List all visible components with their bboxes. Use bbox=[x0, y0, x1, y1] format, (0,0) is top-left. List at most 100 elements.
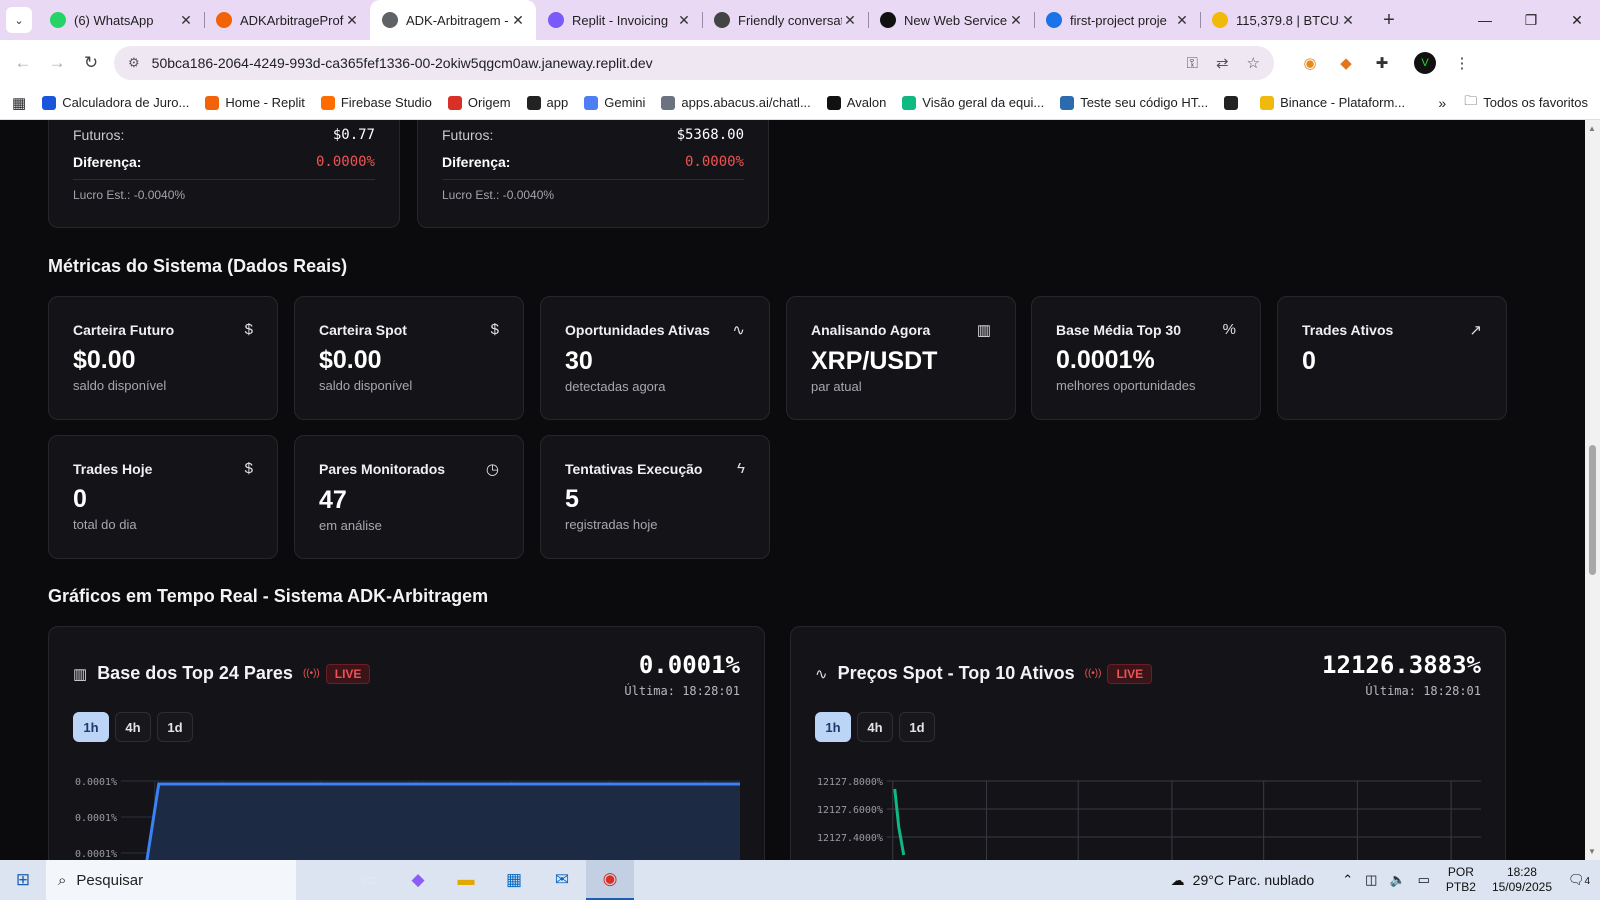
timeframe-4h-button[interactable]: 4h bbox=[857, 712, 893, 742]
profile-avatar[interactable]: V bbox=[1414, 52, 1436, 74]
copilot-icon[interactable]: ◆ bbox=[394, 860, 442, 900]
metric-value: 0.0001% bbox=[1056, 346, 1155, 374]
browser-tab[interactable]: ADK-Arbitragem - ✕ bbox=[370, 0, 536, 40]
scroll-up-icon[interactable]: ▲ bbox=[1588, 124, 1596, 133]
input-language[interactable]: POR PTB2 bbox=[1446, 865, 1476, 895]
address-toolbar: ← → ↻ ⚙ 50bca186-2064-4249-993d-ca365fef… bbox=[0, 40, 1600, 86]
file-explorer-icon[interactable]: ▬ bbox=[442, 860, 490, 900]
browser-tab[interactable]: (6) WhatsApp ✕ bbox=[38, 0, 204, 40]
tab-close-icon[interactable]: ✕ bbox=[510, 12, 526, 29]
address-bar[interactable]: ⚙ 50bca186-2064-4249-993d-ca365fef1336-0… bbox=[114, 46, 1274, 80]
password-key-icon[interactable]: ⚿ bbox=[1187, 55, 1198, 72]
bookmark-item[interactable]: Origem bbox=[447, 95, 511, 110]
tab-close-icon[interactable]: ✕ bbox=[1008, 12, 1024, 29]
scrollbar-thumb[interactable] bbox=[1589, 445, 1596, 575]
estimated-profit: Lucro Est.: -0.0040% bbox=[442, 188, 555, 202]
metric-card: Trades Hoje $ 0 total do dia bbox=[48, 435, 278, 559]
volume-icon[interactable]: 🔈 bbox=[1389, 872, 1405, 888]
bookmark-item[interactable]: apps.abacus.ai/chatl... bbox=[661, 95, 811, 110]
meet-icon[interactable]: ◫ bbox=[1365, 872, 1377, 888]
activity-icon: ∿ bbox=[732, 322, 745, 339]
close-icon[interactable]: ✕ bbox=[1554, 0, 1600, 40]
difference-label: Diferença: bbox=[73, 153, 142, 170]
page-scrollbar[interactable]: ▲ ▼ bbox=[1585, 120, 1600, 860]
chrome-icon[interactable]: ◉ bbox=[586, 860, 634, 900]
bookmark-item[interactable] bbox=[1224, 95, 1244, 110]
extensions-puzzle-icon[interactable]: ✚ bbox=[1364, 54, 1400, 72]
metric-value: 0 bbox=[1302, 347, 1316, 375]
timeframe-1d-button[interactable]: 1d bbox=[899, 712, 935, 742]
bookmark-item[interactable]: Gemini bbox=[584, 95, 645, 110]
task-view-icon[interactable]: ▭ bbox=[346, 860, 394, 900]
bookmark-item[interactable]: Calculadora de Juro... bbox=[42, 95, 189, 110]
new-tab-button[interactable]: + bbox=[1374, 9, 1404, 32]
translate-icon[interactable]: ⇄ bbox=[1216, 54, 1229, 72]
tab-close-icon[interactable]: ✕ bbox=[344, 12, 360, 29]
timeframe-4h-button[interactable]: 4h bbox=[115, 712, 151, 742]
live-badge: LIVE bbox=[1107, 663, 1153, 684]
bookmark-item[interactable]: Home - Replit bbox=[205, 95, 305, 110]
notification-count: 4 bbox=[1584, 876, 1591, 887]
windows-start-icon[interactable]: ⊞ bbox=[0, 860, 46, 900]
bookmark-item[interactable]: app bbox=[526, 95, 568, 110]
back-icon[interactable]: ← bbox=[6, 53, 40, 73]
timeframe-1h-button[interactable]: 1h bbox=[73, 712, 109, 742]
forward-icon[interactable]: → bbox=[40, 53, 74, 73]
windows-taskbar: ⊞ ⌕ Pesquisar ▭ ◆ ▬ ▦ ✉ ◉ ☁ 29°C Parc. n… bbox=[0, 860, 1600, 900]
browser-tab[interactable]: ADKArbitrageProfi ✕ bbox=[204, 0, 370, 40]
site-info-icon[interactable]: ⚙ bbox=[128, 55, 140, 71]
browser-tab[interactable]: first-project proje ✕ bbox=[1034, 0, 1200, 40]
minimize-icon[interactable]: — bbox=[1462, 0, 1508, 40]
bookmark-star-icon[interactable]: ☆ bbox=[1247, 54, 1260, 72]
network-icon[interactable]: ▭ bbox=[1418, 872, 1430, 888]
bookmark-favicon-icon bbox=[526, 95, 541, 110]
charts-section-title: Gráficos em Tempo Real - Sistema ADK-Arb… bbox=[48, 586, 489, 606]
apps-grid-icon[interactable]: ▦ bbox=[12, 94, 26, 112]
tab-close-icon[interactable]: ✕ bbox=[842, 12, 858, 29]
tab-close-icon[interactable]: ✕ bbox=[1174, 12, 1190, 29]
menu-kebab-icon[interactable]: ⋮ bbox=[1444, 54, 1480, 72]
browser-tab[interactable]: Replit - Invoicing ✕ bbox=[536, 0, 702, 40]
bookmark-favicon-icon bbox=[447, 95, 462, 110]
more-bookmarks-icon[interactable]: » bbox=[1438, 95, 1446, 111]
notifications-button[interactable]: 🗨4 bbox=[1564, 872, 1594, 888]
live-radio-icon: ((•)) bbox=[1084, 668, 1102, 679]
tab-close-icon[interactable]: ✕ bbox=[1340, 12, 1356, 29]
all-bookmarks-folder[interactable]: 🗀 Todos os favoritos bbox=[1464, 92, 1588, 114]
bookmark-item[interactable]: Visão geral da equi... bbox=[902, 95, 1044, 110]
metric-value: 5 bbox=[565, 485, 579, 513]
browser-tab[interactable]: 115,379.8 | BTCUS ✕ bbox=[1200, 0, 1366, 40]
activity-icon: ∿ bbox=[815, 665, 828, 683]
tab-strip: ⌄ (6) WhatsApp ✕ ADKArbitrageProfi ✕ ADK… bbox=[0, 0, 1600, 40]
bookmark-item[interactable]: Firebase Studio bbox=[320, 95, 432, 110]
timeframe-1d-button[interactable]: 1d bbox=[157, 712, 193, 742]
clock[interactable]: 18:28 15/09/2025 bbox=[1492, 865, 1552, 895]
metric-subtitle: em análise bbox=[319, 518, 382, 533]
bookmark-item[interactable]: Teste seu código HT... bbox=[1060, 95, 1208, 110]
tab-search-button[interactable]: ⌄ bbox=[6, 7, 32, 33]
bookmark-label: Firebase Studio bbox=[340, 95, 432, 110]
bookmark-label: Avalon bbox=[846, 95, 887, 110]
difference-row: Diferença: 0.0000% bbox=[442, 148, 744, 175]
timeframe-1h-button[interactable]: 1h bbox=[815, 712, 851, 742]
extension-icon-1[interactable]: ◉ bbox=[1292, 54, 1328, 72]
browser-tab[interactable]: New Web Service ✕ bbox=[868, 0, 1034, 40]
microsoft-store-icon[interactable]: ▦ bbox=[490, 860, 538, 900]
metamask-icon[interactable]: ◆ bbox=[1328, 54, 1364, 72]
difference-value: 0.0000% bbox=[684, 153, 744, 170]
url-text[interactable]: 50bca186-2064-4249-993d-ca365fef1336-00-… bbox=[152, 55, 1169, 71]
tab-close-icon[interactable]: ✕ bbox=[178, 12, 194, 29]
tab-close-icon[interactable]: ✕ bbox=[676, 12, 692, 29]
outlook-icon[interactable]: ✉ bbox=[538, 860, 586, 900]
bookmarks-bar: ▦ Calculadora de Juro... Home - Replit F… bbox=[0, 86, 1600, 120]
bookmark-item[interactable]: Binance - Plataform... bbox=[1260, 95, 1405, 110]
chevron-up-icon[interactable]: ⌃ bbox=[1342, 872, 1353, 888]
taskbar-search[interactable]: ⌕ Pesquisar bbox=[46, 860, 296, 900]
bookmark-item[interactable]: Avalon bbox=[826, 95, 887, 110]
browser-tab[interactable]: Friendly conversat ✕ bbox=[702, 0, 868, 40]
scroll-down-icon[interactable]: ▼ bbox=[1588, 847, 1596, 856]
timeframe-selector: 1h 4h 1d bbox=[73, 712, 740, 742]
weather-widget[interactable]: ☁ 29°C Parc. nublado bbox=[1171, 872, 1315, 889]
reload-icon[interactable]: ↻ bbox=[74, 53, 108, 73]
restore-icon[interactable]: ❐ bbox=[1508, 0, 1554, 40]
